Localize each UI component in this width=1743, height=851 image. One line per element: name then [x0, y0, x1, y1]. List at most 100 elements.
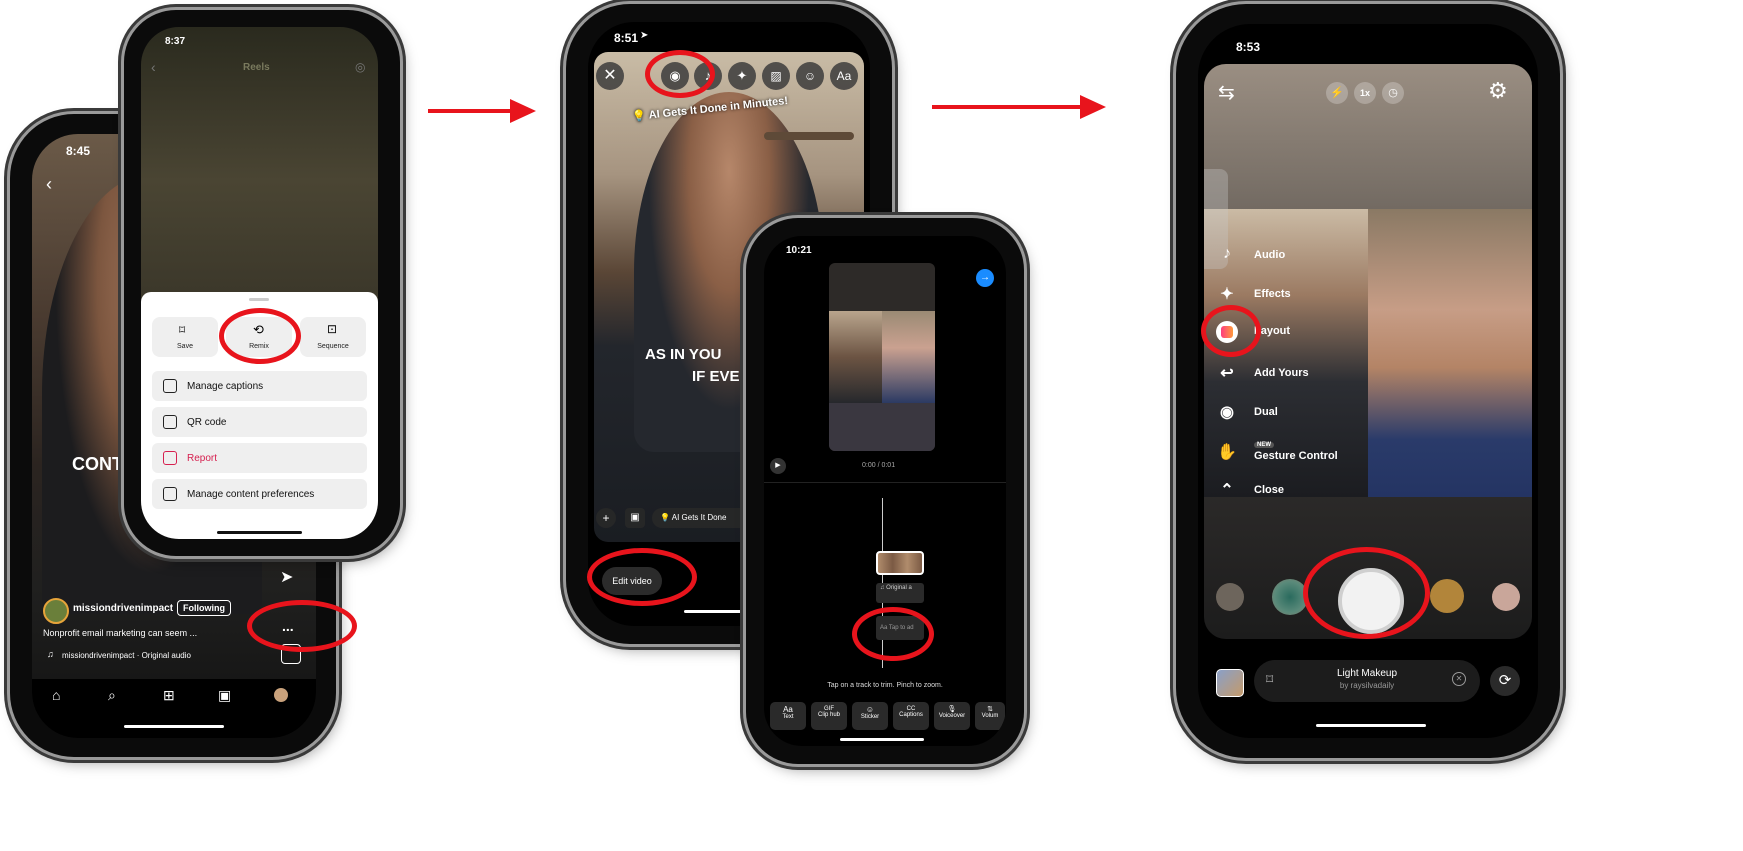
- sticker-chip[interactable]: 💡 AI Gets It Done: [652, 508, 760, 528]
- gallery-thumbnail[interactable]: [1216, 669, 1244, 697]
- volume-tool-button[interactable]: ⇅ Volum: [975, 702, 1005, 730]
- text-button[interactable]: Aa: [830, 62, 858, 90]
- home-indicator: [684, 610, 744, 613]
- audio-icon: ♪: [1223, 245, 1231, 262]
- zoom-button[interactable]: 1x: [1354, 82, 1376, 104]
- clip-hub-button[interactable]: GIF Clip hub: [811, 702, 847, 730]
- close-button[interactable]: ✕: [596, 62, 624, 90]
- flash-off-icon[interactable]: ⚡: [1326, 82, 1348, 104]
- status-time: 8:53: [1236, 40, 1261, 54]
- hand-icon: ✋: [1217, 444, 1237, 461]
- row-label: QR code: [187, 416, 227, 428]
- effect-pill[interactable]: ⌑ Light Makeup by raysilvadaily ✕: [1254, 660, 1480, 702]
- preview-bottom: [829, 403, 935, 451]
- media-thumb-button[interactable]: ▣: [625, 508, 645, 528]
- sheet-handle: [249, 298, 269, 301]
- sequence-icon: ⊡: [327, 322, 338, 336]
- image-button[interactable]: ▨: [762, 62, 790, 90]
- audio-label[interactable]: missiondrivenimpact · Original audio: [62, 651, 191, 660]
- effect-name: Light Makeup: [1336, 668, 1398, 679]
- report-row[interactable]: Report: [152, 443, 367, 473]
- following-button[interactable]: Following: [177, 600, 231, 616]
- home-indicator: [124, 725, 224, 728]
- home-icon[interactable]: ⌂: [52, 687, 60, 703]
- save-label: Save: [177, 343, 193, 350]
- status-time: 8:37: [165, 36, 186, 47]
- sticker-tool-button[interactable]: ☺ Sticker: [852, 702, 888, 730]
- phone-timeline: 10:21 → ▶ 0:00 / 0:01 ♫ Original a Aa Ta…: [746, 218, 1024, 764]
- effect-thumb-4[interactable]: [1492, 583, 1520, 611]
- captions-icon: [163, 379, 177, 393]
- switch-camera-icon[interactable]: ⟳: [1490, 666, 1520, 696]
- row-label: Manage captions: [187, 380, 264, 392]
- timecode-current: 0:00: [862, 462, 876, 469]
- arrow-shaft: [428, 109, 514, 113]
- tool-label: Volum: [981, 713, 999, 719]
- search-icon[interactable]: ⌕: [108, 687, 116, 704]
- menu-add-yours[interactable]: ↩ Add Yours: [1214, 363, 1308, 383]
- save-button[interactable]: ⌑ Save: [152, 317, 218, 357]
- settings-icon[interactable]: ⚙: [1488, 78, 1508, 104]
- reel-caption[interactable]: Nonprofit email marketing can seem ...: [43, 628, 197, 638]
- status-time: 8:45: [66, 144, 91, 158]
- home-indicator: [840, 738, 924, 741]
- username[interactable]: missiondrivenimpact: [73, 603, 173, 614]
- effects-button[interactable]: ✦: [728, 62, 756, 90]
- sticker-button[interactable]: ☺: [796, 62, 824, 90]
- tool-label: Text: [782, 714, 794, 720]
- status-time: 10:21: [786, 245, 812, 256]
- sequence-button[interactable]: ⊡ Sequence: [300, 317, 366, 357]
- effect-thumb-1[interactable]: [1216, 583, 1244, 611]
- timer-icon[interactable]: ◷: [1382, 82, 1404, 104]
- qr-code-row[interactable]: QR code: [152, 407, 367, 437]
- add-clip-button[interactable]: +: [596, 508, 616, 528]
- page-title: Reels: [243, 62, 270, 73]
- sheet-screen: 8:37 Reels ‹ ◎ ⌑ Save ⟲ Remix ⊡ Sequence…: [141, 27, 378, 539]
- new-badge: NEW: [1254, 442, 1274, 448]
- voiceover-tool-button[interactable]: 🎙 Voiceover: [934, 702, 970, 730]
- ceiling-fan: [764, 132, 854, 140]
- profile-avatar[interactable]: [274, 688, 288, 702]
- captions-tool-button[interactable]: CC Captions: [893, 702, 929, 730]
- menu-audio[interactable]: ♪ Audio: [1214, 245, 1285, 265]
- location-icon: ➤: [640, 30, 649, 41]
- overlay-text-1: AS IN YOU: [645, 346, 722, 363]
- menu-effects[interactable]: ✦ Effects: [1214, 284, 1291, 304]
- chip-label: AI Gets It Done: [671, 513, 727, 522]
- next-button[interactable]: →: [976, 269, 994, 287]
- manage-captions-row[interactable]: Manage captions: [152, 371, 367, 401]
- highlight-shutter: [1303, 547, 1430, 639]
- menu-label: Effects: [1254, 288, 1291, 300]
- play-button[interactable]: ▶: [770, 458, 786, 474]
- back-icon[interactable]: ‹: [151, 59, 156, 75]
- manage-content-preferences-row[interactable]: Manage content preferences: [152, 479, 367, 509]
- reels-icon[interactable]: ▣: [218, 687, 231, 704]
- menu-dual[interactable]: ◉ Dual: [1214, 402, 1278, 422]
- preview-right-person: [882, 311, 935, 403]
- menu-close[interactable]: ⌃ Close: [1214, 480, 1284, 500]
- sequence-label: Sequence: [317, 343, 349, 350]
- highlight-remix: [219, 308, 301, 364]
- menu-gesture-control[interactable]: ✋ NEW Gesture Control: [1214, 442, 1338, 462]
- clear-effect-icon[interactable]: ✕: [1452, 672, 1466, 686]
- right-person-frame: [1368, 209, 1532, 497]
- flip-layout-icon[interactable]: ⇆: [1218, 80, 1235, 105]
- menu-label: Audio: [1254, 249, 1286, 261]
- microphone-icon: 🎙: [947, 706, 957, 713]
- text-tool-button[interactable]: Aa Text: [770, 702, 806, 730]
- menu-label: Dual: [1254, 406, 1278, 418]
- tool-bar: Aa Text GIF Clip hub ☺ Sticker CC Captions 🎙…: [770, 700, 1006, 730]
- timeline-screen: 10:21 → ▶ 0:00 / 0:01 ♫ Original a Aa Ta…: [764, 236, 1006, 746]
- menu-label: Gesture Control: [1254, 450, 1338, 462]
- camera-icon[interactable]: ◎: [355, 60, 365, 74]
- tool-label: Captions: [899, 712, 923, 718]
- send-icon[interactable]: ➤: [280, 567, 293, 587]
- avatar[interactable]: [43, 598, 69, 624]
- tool-label: Clip hub: [817, 712, 840, 718]
- create-icon[interactable]: ⊞: [163, 687, 175, 704]
- audio-track[interactable]: ♫ Original a: [876, 583, 924, 603]
- effect-thumb-3[interactable]: [1430, 579, 1464, 613]
- video-track[interactable]: [876, 551, 924, 575]
- tool-label: Sticker: [860, 714, 880, 720]
- back-icon[interactable]: ‹: [46, 174, 52, 195]
